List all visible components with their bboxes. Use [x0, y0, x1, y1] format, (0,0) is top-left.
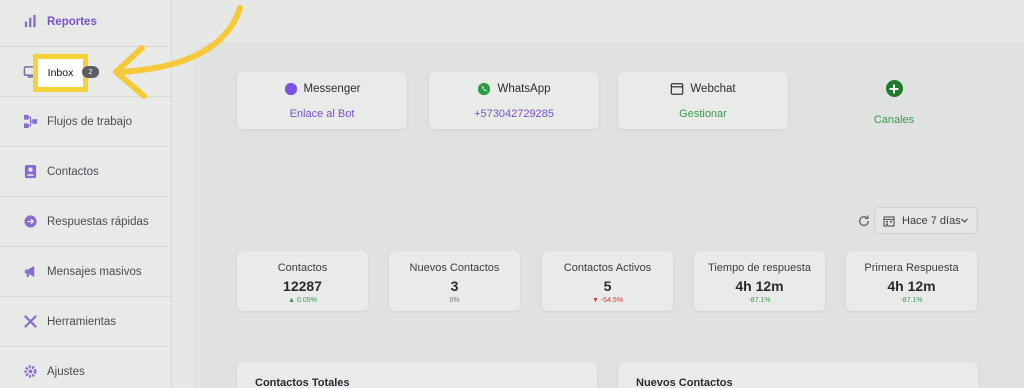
stat-value: 4h 12m [735, 278, 784, 294]
inbox-badge: 2 [82, 66, 99, 78]
sidebar-item-label: Ajustes [47, 365, 85, 378]
stat-delta: -87.1% [748, 297, 771, 304]
stat-title: Contactos Activos [563, 262, 652, 274]
stat-title: Nuevos Contactos [409, 262, 500, 274]
channel-name: Webchat [690, 83, 736, 95]
sidebar-item-label: Contactos [47, 165, 99, 178]
stat-value: 3 [450, 278, 459, 294]
stat-card-tiempo-respuesta: Tiempo de respuesta 4h 12m -87.1% [694, 251, 825, 311]
stat-delta: ▲ 0.05% [288, 297, 317, 304]
stat-delta: -87.1% [900, 297, 923, 304]
channel-name: WhatsApp [497, 83, 551, 95]
inbox-highlight[interactable]: Inbox [33, 54, 88, 92]
sidebar-item-respuestas[interactable]: Respuestas rápidas [0, 197, 172, 247]
stat-delta: ▼ -54.5% [591, 297, 624, 304]
sidebar-item-label: Respuestas rápidas [47, 215, 149, 228]
channel-card-whatsapp: WhatsApp +573042729285 [429, 72, 599, 129]
workflow-icon [22, 114, 38, 130]
stat-value: 12287 [283, 278, 322, 294]
bar-chart-icon [22, 14, 38, 30]
stat-card-primera-respuesta: Primera Respuesta 4h 12m -87.1% [846, 251, 977, 311]
contacts-icon [22, 164, 38, 180]
stat-title: Contactos [277, 262, 328, 274]
card-title: Contactos Totales [255, 377, 350, 388]
gear-icon [22, 364, 38, 380]
add-channel[interactable]: Canales [872, 80, 916, 126]
sidebar-item-label: Herramientas [47, 315, 117, 328]
quick-replies-icon [22, 214, 38, 230]
stat-title: Primera Respuesta [864, 262, 959, 274]
channel-card-webchat: Webchat Gestionar [618, 72, 788, 129]
channel-link[interactable]: +573042729285 [429, 108, 599, 120]
date-range-value: Hace 7 días [902, 214, 961, 227]
stat-value: 5 [603, 278, 612, 294]
sidebar-item-label: Mensajes masivos [47, 265, 142, 278]
card-title: Nuevos Contactos [636, 377, 733, 388]
sidebar-item-mensajes[interactable]: Mensajes masivos [0, 247, 172, 297]
webchat-icon [670, 82, 684, 96]
stat-card-contactos: Contactos 12287 ▲ 0.05% [237, 251, 368, 311]
channel-card-messenger: Messenger Enlace al Bot [237, 72, 407, 129]
channel-link[interactable]: Enlace al Bot [237, 108, 407, 120]
tools-icon [22, 314, 38, 330]
chevron-down-icon [960, 216, 969, 225]
stat-delta: 0% [449, 297, 460, 304]
whatsapp-icon [477, 82, 491, 96]
chart-card-nuevos-contactos: Nuevos Contactos [618, 362, 978, 388]
channel-link[interactable]: Gestionar [618, 108, 788, 120]
messenger-icon [284, 82, 298, 96]
plus-icon[interactable] [885, 80, 903, 97]
calendar-icon [883, 215, 895, 227]
sidebar-item-label: Flujos de trabajo [47, 115, 133, 128]
pointer-arrow-icon [113, 5, 243, 99]
sidebar-item-contactos[interactable]: Contactos [0, 147, 172, 197]
stat-card-nuevos-contactos: Nuevos Contactos 3 0% [389, 251, 520, 311]
add-channel-label: Canales [873, 114, 915, 126]
chart-card-contactos-totales: Contactos Totales [237, 362, 597, 388]
date-range-select[interactable]: Hace 7 días [874, 207, 978, 234]
sidebar-item-label: Inbox [47, 67, 74, 79]
sidebar-item-label: Reportes [47, 15, 97, 28]
sidebar-item-ajustes[interactable]: Ajustes [0, 347, 172, 388]
refresh-icon[interactable] [857, 214, 871, 228]
megaphone-icon [22, 264, 38, 280]
channel-name: Messenger [303, 83, 361, 95]
stat-card-contactos-activos: Contactos Activos 5 ▼ -54.5% [542, 251, 673, 311]
stat-value: 4h 12m [887, 278, 936, 294]
stat-title: Tiempo de respuesta [708, 262, 811, 274]
sidebar-item-herramientas[interactable]: Herramientas [0, 297, 172, 347]
